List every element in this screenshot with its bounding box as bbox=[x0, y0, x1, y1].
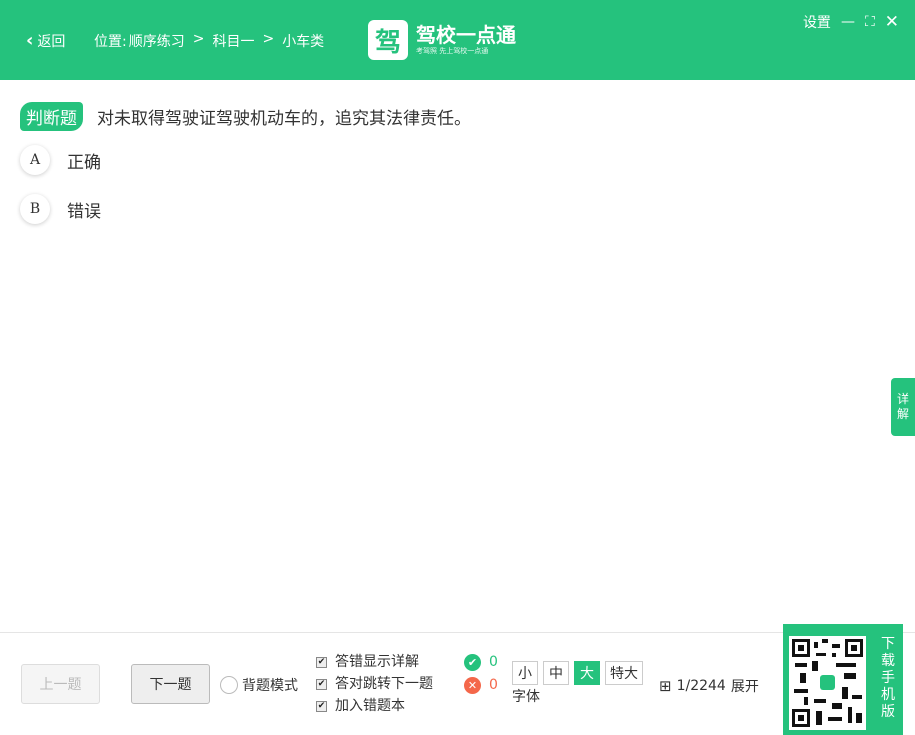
checkbox-icon: ✔ bbox=[316, 656, 327, 668]
radio-label: 背题模式 bbox=[242, 678, 298, 694]
logo-icon: 驾 bbox=[368, 20, 408, 60]
crumb-sep: > bbox=[192, 31, 205, 47]
expand-label: 展开 bbox=[730, 679, 759, 695]
crumb-item[interactable]: 顺序练习 bbox=[129, 31, 185, 51]
download-char: 下 bbox=[881, 636, 895, 652]
answer-stats: ✔ 0 ✕ 0 bbox=[464, 651, 498, 697]
option-key: B bbox=[20, 194, 50, 224]
font-xlarge-button[interactable]: 特大 bbox=[605, 661, 643, 685]
back-label: 返回 bbox=[37, 33, 66, 50]
question-text: 对未取得驾驶证驾驶机动车的，追究其法律责任。 bbox=[97, 109, 471, 129]
header: ‹ 返回 位置: 顺序练习 > 科目一 > 小车类 驾 驾校一点通 考驾照 先上驾校… bbox=[0, 0, 915, 80]
logo-subtitle: 考驾照 先上驾校一点通 bbox=[416, 47, 489, 55]
chevron-left-icon: ‹ bbox=[26, 30, 34, 51]
logo-title: 驾校一点通 bbox=[416, 23, 516, 47]
crumb-item[interactable]: 小车类 bbox=[282, 31, 324, 51]
download-char: 版 bbox=[881, 704, 895, 720]
checkbox-label: 加入错题本 bbox=[335, 698, 405, 714]
checkbox-icon: ✔ bbox=[316, 700, 327, 712]
checkbox-show-detail[interactable]: ✔ 答错显示详解 bbox=[316, 651, 433, 673]
expand-progress-button[interactable]: ⊞ 1/2244 展开 bbox=[659, 676, 759, 696]
window-controls: 设置 — ⛶ ✕ bbox=[803, 12, 899, 32]
option-text: 正确 bbox=[67, 152, 101, 173]
minimize-icon[interactable]: — bbox=[841, 14, 855, 30]
x-circle-icon: ✕ bbox=[464, 677, 481, 694]
font-label: 字体 bbox=[512, 689, 540, 705]
download-app-panel[interactable]: 下 载 手 机 版 bbox=[783, 624, 903, 735]
option-key: A bbox=[20, 145, 50, 175]
close-icon[interactable]: ✕ bbox=[885, 12, 899, 32]
font-size-selector: 小 中 大 特大 bbox=[512, 661, 643, 685]
next-button[interactable]: 下一题 bbox=[131, 664, 210, 704]
correct-count: 0 bbox=[489, 654, 498, 670]
option-text: 错误 bbox=[67, 201, 101, 222]
question-type-badge: 判断题 bbox=[20, 102, 83, 131]
detail-char: 详 bbox=[896, 392, 909, 406]
option-b[interactable]: B 错误 bbox=[20, 194, 101, 224]
footer: 上一题 下一题 背题模式 ✔ 答错显示详解 ✔ 答对跳转下一题 ✔ 加入错题本 ✔ 0 … bbox=[0, 632, 915, 735]
option-a[interactable]: A 正确 bbox=[20, 145, 101, 175]
options-checkboxes: ✔ 答错显示详解 ✔ 答对跳转下一题 ✔ 加入错题本 bbox=[316, 651, 433, 717]
breadcrumb: 位置: 顺序练习 > 科目一 > 小车类 bbox=[94, 31, 324, 51]
wrong-count: 0 bbox=[489, 677, 498, 693]
crumb-sep: > bbox=[262, 31, 275, 47]
check-circle-icon: ✔ bbox=[464, 654, 481, 671]
recite-mode-radio[interactable]: 背题模式 bbox=[220, 675, 298, 695]
font-medium-button[interactable]: 中 bbox=[543, 661, 569, 685]
qr-code-icon bbox=[789, 636, 866, 730]
checkbox-add-wrong-book[interactable]: ✔ 加入错题本 bbox=[316, 695, 433, 717]
progress-text: 1/2244 bbox=[676, 678, 726, 694]
back-button[interactable]: ‹ 返回 bbox=[26, 30, 65, 51]
font-small-button[interactable]: 小 bbox=[512, 661, 538, 685]
checkbox-icon: ✔ bbox=[316, 678, 327, 690]
checkbox-label: 答对跳转下一题 bbox=[335, 676, 433, 692]
download-char: 载 bbox=[881, 653, 895, 669]
font-large-button[interactable]: 大 bbox=[574, 661, 600, 685]
download-char: 机 bbox=[881, 687, 895, 703]
fullscreen-icon[interactable]: ⛶ bbox=[865, 14, 875, 30]
location-label: 位置: bbox=[94, 34, 127, 50]
download-label: 下 载 手 机 版 bbox=[880, 636, 896, 721]
radio-icon bbox=[220, 676, 238, 694]
detail-tab[interactable]: 详 解 bbox=[891, 378, 915, 436]
question: 判断题 对未取得驾驶证驾驶机动车的，追究其法律责任。 bbox=[20, 102, 471, 131]
checkbox-label: 答错显示详解 bbox=[335, 654, 419, 670]
grid-icon: ⊞ bbox=[659, 677, 672, 695]
crumb-item[interactable]: 科目一 bbox=[212, 31, 254, 51]
download-char: 手 bbox=[881, 670, 895, 686]
prev-button[interactable]: 上一题 bbox=[21, 664, 100, 704]
settings-button[interactable]: 设置 bbox=[803, 12, 831, 32]
logo: 驾 驾校一点通 考驾照 先上驾校一点通 bbox=[368, 20, 516, 60]
detail-char: 解 bbox=[896, 407, 909, 421]
checkbox-auto-next[interactable]: ✔ 答对跳转下一题 bbox=[316, 673, 433, 695]
